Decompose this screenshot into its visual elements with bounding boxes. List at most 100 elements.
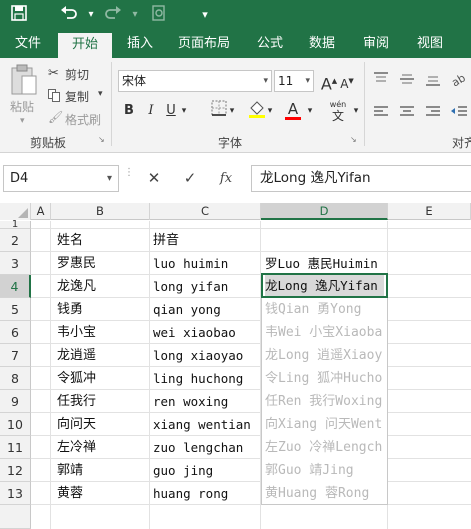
cell-c3[interactable]: luo huimin [153,252,228,275]
tab-page-layout[interactable]: 页面布局 [172,30,236,58]
cell-b10[interactable]: 向问天 [57,413,96,436]
column-header-a[interactable]: A [31,203,51,220]
cell-c2[interactable]: 拼音 [153,229,179,252]
cell-b3[interactable]: 罗惠民 [57,252,96,275]
enter-button[interactable]: ✓ [176,165,204,192]
tab-formulas[interactable]: 公式 [248,30,292,58]
row-header-8[interactable]: 8 [0,367,31,390]
save-icon[interactable] [8,5,30,25]
customize-toolbar-icon[interactable]: ▾ [194,5,216,25]
row-header-14[interactable] [0,505,31,529]
select-all-corner[interactable] [0,203,31,220]
cell-c6[interactable]: wei xiaobao [153,321,236,344]
redo-dropdown-icon[interactable]: ▾ [124,5,146,25]
cell-b11[interactable]: 左冷禅 [57,436,96,459]
undo-dropdown-icon[interactable]: ▾ [80,5,102,25]
row-header-10[interactable]: 10 [0,413,31,436]
tab-view[interactable]: 视图 [408,30,452,58]
format-painter-button[interactable]: 格式刷 [65,111,101,128]
cell-c5[interactable]: qian yong [153,298,221,321]
phonetic-dropdown-icon[interactable]: ▾ [350,100,362,122]
cell-b4[interactable]: 龙逸凡 [57,275,96,298]
decrease-font-icon[interactable]: A▼ [336,70,358,92]
cell-b5[interactable]: 钱勇 [57,298,83,321]
cell-d4-value[interactable]: 龙Long 逸凡Yifan [265,275,384,296]
cell-c9[interactable]: ren woxing [153,390,228,413]
row-header-11[interactable]: 11 [0,436,31,459]
fill-dropdown-icon[interactable]: ▾ [264,100,276,122]
undo-icon[interactable] [58,5,80,25]
cell-c4[interactable]: long yifan [153,275,228,298]
tab-file[interactable]: 文件 [6,30,50,58]
cell-c7[interactable]: long xiaoyao [153,344,243,367]
cell-d3[interactable]: 罗Luo 惠民Huimin [265,252,387,275]
cancel-button[interactable]: ✕ [140,165,168,192]
font-color-dropdown-icon[interactable]: ▾ [304,100,316,122]
column-header-d[interactable]: D [261,203,388,220]
align-bottom-icon[interactable] [424,70,442,91]
font-color-button[interactable]: A [282,98,304,120]
cut-icon[interactable]: ✂ [48,66,59,81]
cell-b6[interactable]: 韦小宝 [57,321,96,344]
bold-button[interactable]: B [118,100,140,122]
cell-c11[interactable]: zuo lengchan [153,436,243,459]
column-header-b[interactable]: B [51,203,150,220]
row-header-2[interactable]: 2 [0,229,31,252]
cell-b2[interactable]: 姓名 [57,229,83,252]
align-middle-icon[interactable] [398,70,416,91]
active-cell-d4[interactable]: 龙Long 逸凡Yifan [261,273,388,298]
phonetic-guide-button[interactable]: wén 文 [326,100,350,122]
row-header-13[interactable]: 13 [0,482,31,505]
name-box[interactable]: D4 ▾ [3,165,119,192]
chevron-down-icon[interactable]: ▾ [107,166,112,191]
decrease-indent-icon[interactable] [450,104,468,123]
row-header-5[interactable]: 5 [0,298,31,321]
column-header-c[interactable]: C [150,203,261,220]
tab-data[interactable]: 数据 [300,30,344,58]
font-size-select[interactable]: 11 ▾ [274,70,314,92]
row-header-3[interactable]: 3 [0,252,31,275]
row-header-7[interactable]: 7 [0,344,31,367]
paste-icon[interactable] [10,64,40,96]
copy-dropdown-icon[interactable]: ▾ [98,89,103,99]
formula-input[interactable]: 龙Long 逸凡Yifan [251,165,471,192]
column-header-e[interactable]: E [388,203,471,220]
font-name-select[interactable]: 宋体 ▾ [118,70,272,92]
cell-b13[interactable]: 黄蓉 [57,482,83,505]
orientation-icon[interactable]: ab [449,70,467,91]
font-launcher-icon[interactable]: ↘ [350,135,357,144]
format-painter-icon[interactable]: 🖌 [48,110,63,124]
tab-insert[interactable]: 插入 [118,30,162,58]
cell-b12[interactable]: 郭靖 [57,459,83,482]
cut-button[interactable]: 剪切 [65,66,89,83]
row-header-4[interactable]: 4 [0,275,31,298]
row-header-9[interactable]: 9 [0,390,31,413]
drag-handle-icon[interactable]: ⋮ [124,168,134,188]
italic-button[interactable]: I [140,100,162,122]
clipboard-launcher-icon[interactable]: ↘ [98,135,105,144]
cell-c13[interactable]: huang rong [153,482,228,505]
align-right-icon[interactable] [424,104,442,123]
copy-button[interactable]: 复制 [65,88,89,105]
cell-c12[interactable]: guo jing [153,459,213,482]
preview-icon[interactable] [148,5,170,25]
borders-dropdown-icon[interactable]: ▾ [226,100,238,122]
underline-dropdown-icon[interactable]: ▾ [178,100,190,122]
align-top-icon[interactable] [372,70,390,91]
paste-dropdown-icon[interactable]: ▾ [20,116,25,126]
cell-b7[interactable]: 龙逍遥 [57,344,96,367]
cell-b9[interactable]: 任我行 [57,390,96,413]
align-center-icon[interactable] [398,104,416,123]
row-header-1[interactable]: 1 [0,220,31,230]
align-left-icon[interactable] [372,104,390,123]
cell-c8[interactable]: ling huchong [153,367,243,390]
tab-home[interactable]: 开始 [58,33,112,58]
row-header-6[interactable]: 6 [0,321,31,344]
row-header-12[interactable]: 12 [0,459,31,482]
cell-b8[interactable]: 令狐冲 [57,367,96,390]
tab-review[interactable]: 审阅 [354,30,398,58]
copy-icon[interactable] [48,89,60,105]
insert-function-button[interactable]: fx [212,165,240,192]
paste-label[interactable]: 粘贴 [10,98,34,115]
cell-c10[interactable]: xiang wentian [153,413,251,436]
